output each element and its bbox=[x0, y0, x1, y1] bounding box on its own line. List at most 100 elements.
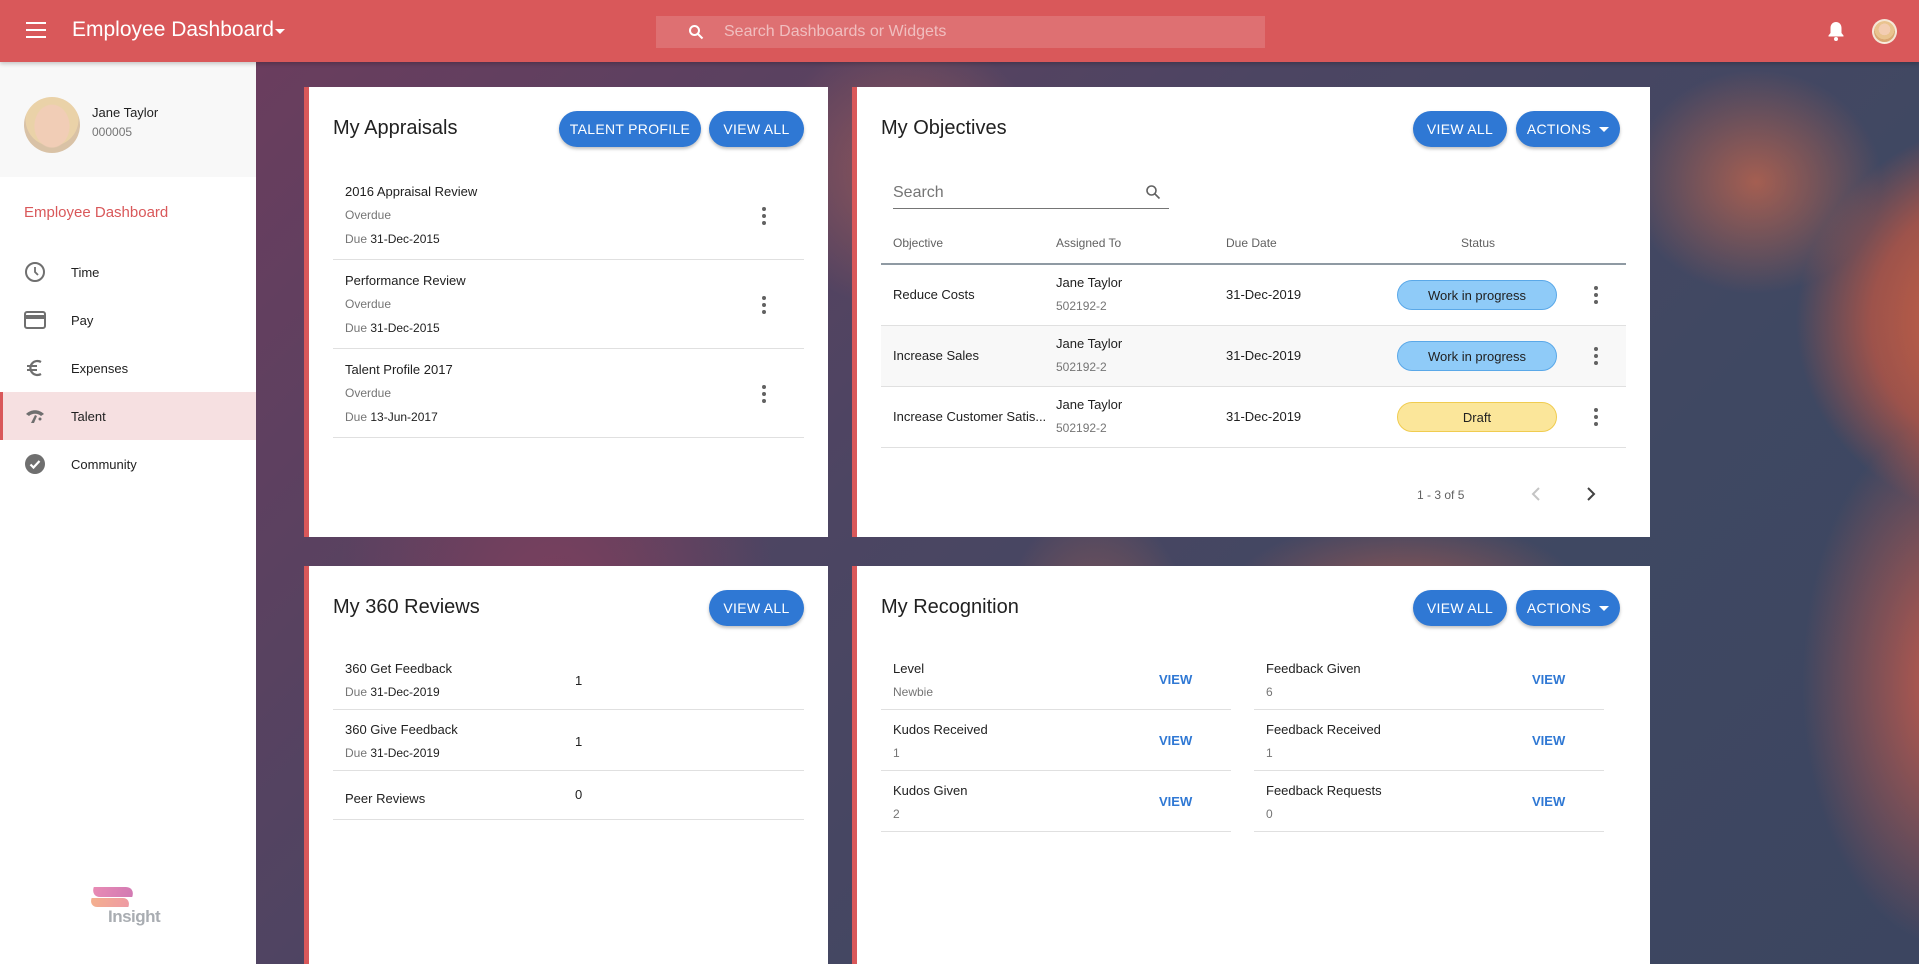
appraisal-status: Overdue bbox=[345, 386, 392, 400]
view-link[interactable]: VIEW bbox=[1532, 672, 1565, 687]
sidebar-item-talent[interactable]: Talent bbox=[0, 392, 256, 440]
list-item[interactable]: 2016 Appraisal Review Overdue Due 31-Dec… bbox=[333, 171, 804, 260]
sidebar-item-time[interactable]: Time bbox=[0, 248, 256, 296]
more-options-icon[interactable] bbox=[752, 204, 776, 228]
list-item[interactable]: Talent Profile 2017 Overdue Due 13-Jun-2… bbox=[333, 349, 804, 438]
objectives-search-input[interactable] bbox=[893, 179, 1133, 207]
view-all-button[interactable]: VIEW ALL bbox=[709, 111, 804, 147]
view-link[interactable]: VIEW bbox=[1532, 733, 1565, 748]
column-header[interactable]: Assigned To bbox=[1056, 236, 1121, 250]
global-search-input[interactable] bbox=[724, 16, 1244, 48]
view-all-button[interactable]: VIEW ALL bbox=[1413, 590, 1507, 626]
review-count: 1 bbox=[575, 673, 583, 688]
objectives-search[interactable] bbox=[893, 179, 1169, 209]
card-title: My Recognition bbox=[881, 596, 1019, 618]
list-item[interactable]: 360 Give Feedback Due 31-Dec-2019 1 bbox=[333, 710, 804, 771]
due-prefix: Due bbox=[345, 685, 368, 699]
objective-name: Increase Customer Satis... bbox=[893, 409, 1047, 424]
list-item[interactable]: Performance Review Overdue Due 31-Dec-20… bbox=[333, 260, 804, 349]
euro-icon bbox=[24, 357, 46, 379]
list-item: Kudos Received 1 VIEW bbox=[881, 710, 1231, 771]
list-item[interactable]: Peer Reviews 0 bbox=[333, 771, 804, 820]
recognition-label: Kudos Received bbox=[893, 722, 988, 737]
review-count: 0 bbox=[575, 787, 583, 802]
app-title[interactable]: Employee Dashboard bbox=[72, 18, 274, 42]
table-row[interactable]: Reduce Costs Jane Taylor 502192-2 31-Dec… bbox=[881, 265, 1626, 326]
objectives-card: My Objectives VIEW ALL ACTIONS Objective… bbox=[852, 87, 1650, 537]
table-row[interactable]: Increase Sales Jane Taylor 502192-2 31-D… bbox=[881, 326, 1626, 387]
pagination-range: 1 - 3 of 5 bbox=[1417, 488, 1465, 502]
dashboard-dropdown-caret-icon[interactable] bbox=[275, 29, 285, 34]
appraisal-name: Performance Review bbox=[345, 273, 466, 288]
actions-button[interactable]: ACTIONS bbox=[1516, 590, 1620, 626]
card-title: My Appraisals bbox=[333, 117, 458, 139]
pagination: 1 - 3 of 5 bbox=[857, 480, 1650, 510]
insight-logo: Insight bbox=[88, 885, 180, 935]
sidebar-item-community[interactable]: Community bbox=[0, 440, 256, 488]
chevron-right-icon[interactable] bbox=[1584, 484, 1598, 509]
list-item: Level Newbie VIEW bbox=[881, 649, 1231, 710]
appraisal-status: Overdue bbox=[345, 297, 392, 311]
chevron-left-icon[interactable] bbox=[1529, 484, 1543, 509]
logo-text: Insight bbox=[108, 907, 161, 926]
recognition-label: Feedback Given bbox=[1266, 661, 1361, 676]
credit-card-icon bbox=[24, 309, 46, 331]
dropdown-caret-icon bbox=[1599, 126, 1610, 132]
review-count: 1 bbox=[575, 734, 583, 749]
hamburger-menu-icon[interactable] bbox=[26, 22, 46, 38]
view-all-button[interactable]: VIEW ALL bbox=[709, 590, 804, 626]
more-options-icon[interactable] bbox=[1584, 405, 1608, 429]
table-row[interactable]: Increase Customer Satis... Jane Taylor 5… bbox=[881, 387, 1626, 448]
due-date: 31-Dec-2015 bbox=[370, 232, 440, 246]
actions-label: ACTIONS bbox=[1526, 121, 1592, 137]
appraisal-status: Overdue bbox=[345, 208, 392, 222]
more-options-icon[interactable] bbox=[1584, 283, 1608, 307]
view-link[interactable]: VIEW bbox=[1159, 733, 1192, 748]
appraisal-name: Talent Profile 2017 bbox=[345, 362, 453, 377]
more-options-icon[interactable] bbox=[1584, 344, 1608, 368]
due-date: 31-Dec-2019 bbox=[1226, 287, 1302, 302]
view-link[interactable]: VIEW bbox=[1532, 794, 1565, 809]
card-title: My 360 Reviews bbox=[333, 596, 480, 618]
objective-name: Reduce Costs bbox=[893, 287, 975, 302]
search-icon[interactable] bbox=[1145, 184, 1161, 205]
assignee-name: Jane Taylor bbox=[1056, 397, 1123, 412]
due-date: 31-Dec-2019 bbox=[370, 685, 440, 699]
view-all-button[interactable]: VIEW ALL bbox=[1413, 111, 1507, 147]
view-link[interactable]: VIEW bbox=[1159, 794, 1192, 809]
view-link[interactable]: VIEW bbox=[1159, 672, 1192, 687]
due-prefix: Due bbox=[345, 746, 368, 760]
recognition-value: 1 bbox=[893, 746, 900, 760]
assignee-id: 502192-2 bbox=[1056, 360, 1107, 374]
appraisal-name: 2016 Appraisal Review bbox=[345, 184, 478, 199]
column-header[interactable]: Status bbox=[1461, 236, 1495, 250]
due-date: 31-Dec-2019 bbox=[1226, 409, 1302, 424]
list-item[interactable]: 360 Get Feedback Due 31-Dec-2019 1 bbox=[333, 649, 804, 710]
recognition-value: 0 bbox=[1266, 807, 1273, 821]
talent-profile-button[interactable]: TALENT PROFILE bbox=[559, 111, 701, 147]
profile-employee-id: 000005 bbox=[92, 125, 133, 139]
assignee-id: 502192-2 bbox=[1056, 299, 1107, 313]
more-options-icon[interactable] bbox=[752, 293, 776, 317]
column-header[interactable]: Objective bbox=[893, 236, 943, 250]
recognition-value: 1 bbox=[1266, 746, 1273, 760]
sidebar-item-pay[interactable]: Pay bbox=[0, 296, 256, 344]
sidebar: Jane Taylor 000005 Employee Dashboard Ti… bbox=[0, 62, 256, 964]
search-icon bbox=[688, 24, 704, 45]
user-avatar[interactable] bbox=[1872, 19, 1897, 44]
actions-button[interactable]: ACTIONS bbox=[1516, 111, 1620, 147]
more-options-icon[interactable] bbox=[752, 382, 776, 406]
sidebar-item-expenses[interactable]: Expenses bbox=[0, 344, 256, 392]
recognition-label: Feedback Requests bbox=[1266, 783, 1382, 798]
column-header[interactable]: Due Date bbox=[1226, 236, 1277, 250]
recognition-column-left: Level Newbie VIEW Kudos Received 1 VIEW … bbox=[881, 649, 1231, 832]
due-prefix: Due bbox=[345, 321, 368, 335]
status-badge: Draft bbox=[1397, 402, 1557, 432]
notification-bell-icon[interactable] bbox=[1826, 20, 1846, 47]
global-search[interactable] bbox=[656, 16, 1265, 48]
sidebar-dashboard-link[interactable]: Employee Dashboard bbox=[24, 204, 168, 221]
sidebar-item-label: Time bbox=[71, 264, 100, 280]
recognition-column-right: Feedback Given 6 VIEW Feedback Received … bbox=[1254, 649, 1604, 832]
dropdown-caret-icon bbox=[1599, 605, 1610, 611]
appraisals-card: My Appraisals TALENT PROFILE VIEW ALL 20… bbox=[304, 87, 828, 537]
